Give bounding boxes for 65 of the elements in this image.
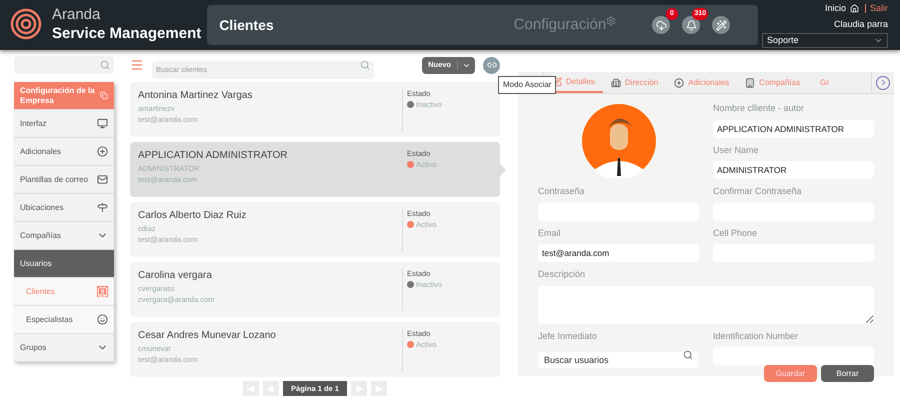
menu-icon[interactable] [130, 58, 144, 72]
sidebar-item[interactable]: Adicionales [14, 138, 114, 166]
item-icon [97, 202, 108, 213]
bell-icon [686, 20, 696, 30]
next-tab-button[interactable] [876, 76, 890, 90]
item-icon [100, 90, 108, 101]
sidebar-subitem[interactable]: Especialistas [14, 306, 114, 334]
section-label: Configuración [514, 14, 606, 35]
client-name: Carolina vergara [138, 269, 213, 283]
wand-button[interactable] [712, 16, 730, 34]
role-select[interactable]: Soporte [762, 33, 888, 48]
client-name: Antonina Martinez Vargas [138, 89, 254, 103]
field-label: Nombre clliente - autor [713, 102, 806, 115]
field-label: Descripción [538, 268, 586, 281]
sidebar-item[interactable]: Interfaz [14, 110, 114, 138]
field-label: Cell Phone [713, 226, 758, 240]
field-label: Confirmar Contraseña [713, 185, 803, 198]
input-field[interactable] [713, 347, 874, 365]
cloud-download-icon [656, 20, 666, 30]
home-link[interactable]: Inicio [824, 2, 846, 16]
tooltip: Modo Asociar [498, 76, 556, 94]
page-title: Clientes [219, 16, 274, 34]
field-label: Identification Number [713, 330, 800, 342]
sidebar-item[interactable]: Plantillas de correo [14, 166, 114, 194]
search-icon [360, 60, 370, 70]
tab-icon [674, 78, 684, 88]
item-icon [97, 314, 108, 325]
client-name: Cesar Andres Munevar Lozano [138, 329, 277, 343]
client-name: APPLICATION ADMINISTRATOR [138, 149, 288, 163]
field-label: Email [538, 226, 562, 240]
tab-icon [745, 78, 756, 88]
field-label: User Name [713, 144, 760, 156]
description-field[interactable] [538, 286, 874, 324]
item-icon [97, 146, 108, 157]
brand-product: Service Management [52, 25, 202, 44]
wand-icon [716, 20, 726, 30]
link-icon [486, 60, 496, 70]
cloud-button[interactable] [652, 16, 670, 34]
pointer-arrow [500, 164, 506, 176]
input-field[interactable]: APPLICATION ADMINISTRATOR [713, 120, 874, 138]
logout-link[interactable]: Salir [864, 4, 888, 14]
field-label: Jefe Inmediato [538, 330, 598, 342]
settings-icon [606, 16, 616, 26]
brand-name: Aranda [52, 6, 102, 25]
sidebar-item[interactable]: Ubicaciones [14, 194, 114, 222]
client-name: Carlos Alberto Diaz Ruiz [138, 209, 248, 223]
item-icon [97, 174, 108, 185]
sidebar-group[interactable]: Grupos [14, 334, 114, 362]
associate-button[interactable] [483, 56, 500, 74]
sidebar-group[interactable]: Usuarios [14, 250, 114, 278]
search-field[interactable] [14, 56, 114, 74]
search-icon [683, 350, 693, 360]
field-label: Contraseña [538, 185, 586, 198]
notifications-button[interactable] [682, 16, 700, 34]
search-field[interactable]: Buscar usuarios [538, 352, 699, 368]
input-field[interactable]: ADMINISTRATOR [713, 161, 874, 179]
tab-icon [610, 78, 621, 88]
user-name: Claudia parra [834, 18, 888, 31]
item-icon [97, 118, 108, 129]
caret-icon [874, 36, 883, 45]
home-icon [850, 4, 859, 14]
input-field[interactable]: test@aranda.com [538, 244, 699, 262]
search-icon [100, 60, 110, 70]
item-icon [97, 286, 108, 297]
delete-button[interactable]: Borrar [821, 365, 874, 382]
